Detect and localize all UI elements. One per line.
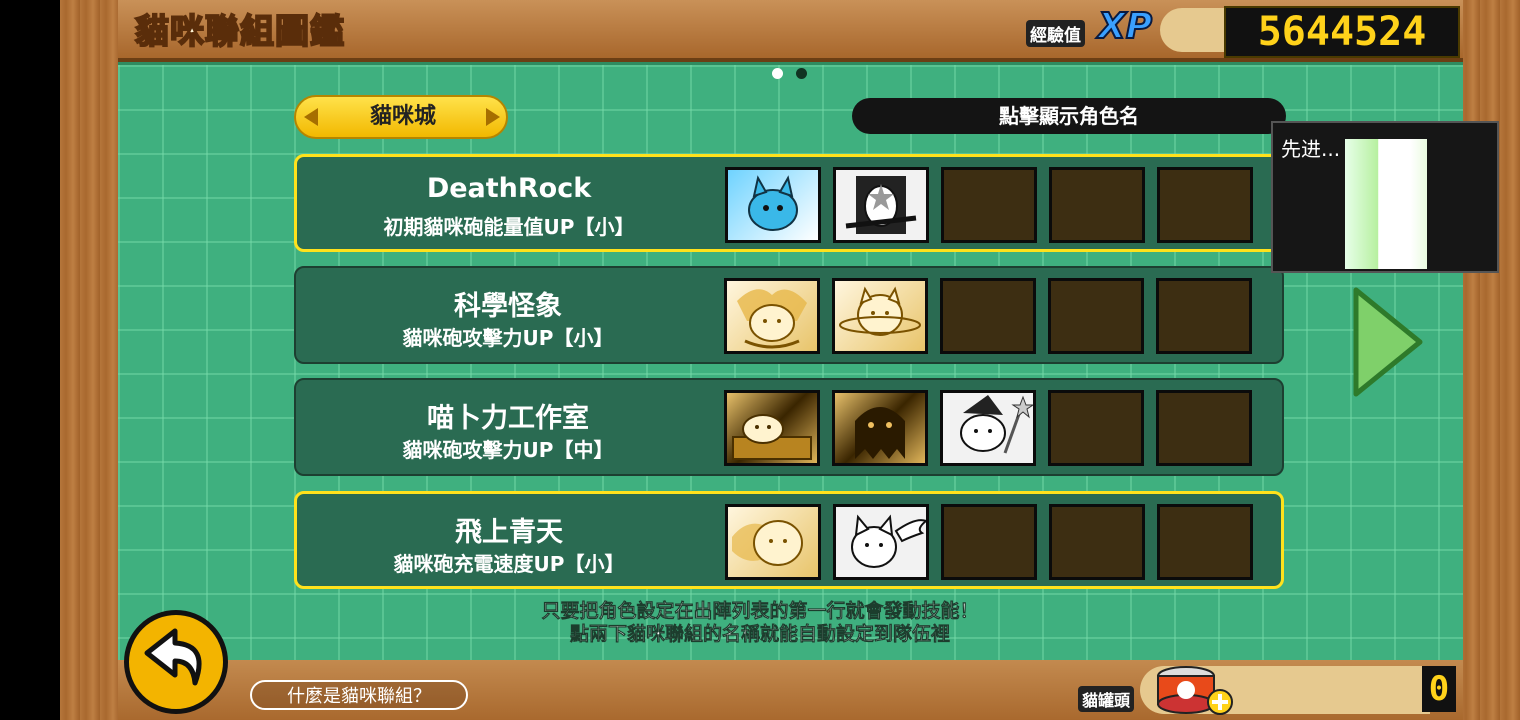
combo-row[interactable]: 喵卜力工作室 貓咪砲攻擊力UP【中】 (294, 378, 1284, 476)
xp-counter: 5644524 (1224, 6, 1460, 58)
unit-slot-locked[interactable] (725, 504, 821, 580)
cat-silhouette-icon (839, 286, 921, 336)
overlay-label: 先进... (1281, 137, 1341, 161)
next-page-arrow-icon[interactable] (1352, 286, 1424, 398)
empty-unit-slot (1157, 504, 1253, 580)
combo-effect: 初期貓咪砲能量值UP【小】 (383, 215, 635, 239)
back-button[interactable] (124, 610, 228, 714)
combo-hint: 只要把角色設定在出陣列表的第一行就會發動技能！ 點兩下貓咪聯組的名稱就能自動設定… (460, 600, 1060, 646)
xp-icon: XP (1097, 5, 1153, 48)
empty-unit-slot (1156, 278, 1252, 354)
blue-cat-icon (748, 175, 798, 231)
rock-cat-icon (845, 176, 917, 234)
empty-unit-slot (941, 504, 1037, 580)
combo-effect: 貓咪砲充電速度UP【小】 (393, 552, 625, 576)
unit-slot-locked[interactable] (832, 390, 928, 466)
cat-silhouette-icon (732, 520, 803, 566)
combo-name[interactable]: 科學怪象 (296, 284, 720, 323)
page-title: 貓咪聯組圖鑑 (134, 11, 345, 53)
cat-castle-icon (732, 414, 812, 460)
unit-slot-blue-cat[interactable] (725, 167, 821, 243)
combo-row[interactable]: 飛上青天 貓咪砲充電速度UP【小】 (294, 491, 1284, 589)
empty-unit-slot (1049, 504, 1145, 580)
back-arrow-icon (144, 628, 202, 686)
unit-slot-rock-cat[interactable] (833, 167, 929, 243)
cat-food-counter: 0 (1422, 666, 1456, 712)
witch-cat-icon (960, 395, 1033, 454)
unit-slot-angel-cat[interactable] (833, 504, 929, 580)
combo-row[interactable]: 科學怪象 貓咪砲攻擊力UP【小】 (294, 266, 1284, 364)
combo-name[interactable]: DeathRock (297, 173, 721, 204)
combo-effect: 貓咪砲攻擊力UP【小】 (402, 326, 614, 350)
unit-slot-locked[interactable] (832, 278, 928, 354)
what-is-combo-button[interactable]: 什麼是貓咪聯組？ (250, 680, 468, 710)
hint-line-2: 點兩下貓咪聯組的名稱就能自動設定到隊伍裡 (569, 623, 951, 646)
category-tab[interactable]: 貓咪城 (294, 95, 508, 139)
xp-label: 經驗值 (1026, 20, 1085, 47)
page-indicator-dot (796, 68, 807, 79)
empty-unit-slot (941, 167, 1037, 243)
tab-next-arrow-icon[interactable] (486, 108, 500, 126)
video-overlay-window[interactable]: 先进... (1271, 121, 1499, 273)
cat-food-label: 貓罐頭 (1078, 686, 1135, 712)
empty-unit-slot (1157, 167, 1253, 243)
show-names-button[interactable]: 點擊顯示角色名 (852, 98, 1286, 134)
unit-slot-witch-cat[interactable] (940, 390, 1036, 466)
combo-name[interactable]: 喵卜力工作室 (296, 396, 720, 435)
empty-unit-slot (1049, 167, 1145, 243)
combo-effect: 貓咪砲攻擊力UP【中】 (402, 438, 614, 462)
hint-line-1: 只要把角色設定在出陣列表的第一行就會發動技能！ (541, 600, 979, 623)
empty-unit-slot (1048, 390, 1144, 466)
empty-unit-slot (1156, 390, 1252, 466)
unit-slot-locked[interactable] (724, 278, 820, 354)
cat-food-can-icon[interactable] (1156, 664, 1236, 718)
empty-unit-slot (940, 278, 1036, 354)
overlay-thumbnail (1345, 139, 1427, 269)
combo-name[interactable]: 飛上青天 (297, 510, 721, 549)
category-tab-label: 貓咪城 (369, 104, 436, 129)
page-indicator-dot-active (772, 68, 783, 79)
cat-silhouette-icon (737, 289, 807, 349)
dark-spirit-icon (855, 407, 905, 459)
unit-slot-locked[interactable] (724, 390, 820, 466)
combo-row[interactable]: DeathRock 初期貓咪砲能量值UP【小】 (294, 154, 1284, 252)
winged-cat-icon (851, 514, 926, 568)
empty-unit-slot (1048, 278, 1144, 354)
